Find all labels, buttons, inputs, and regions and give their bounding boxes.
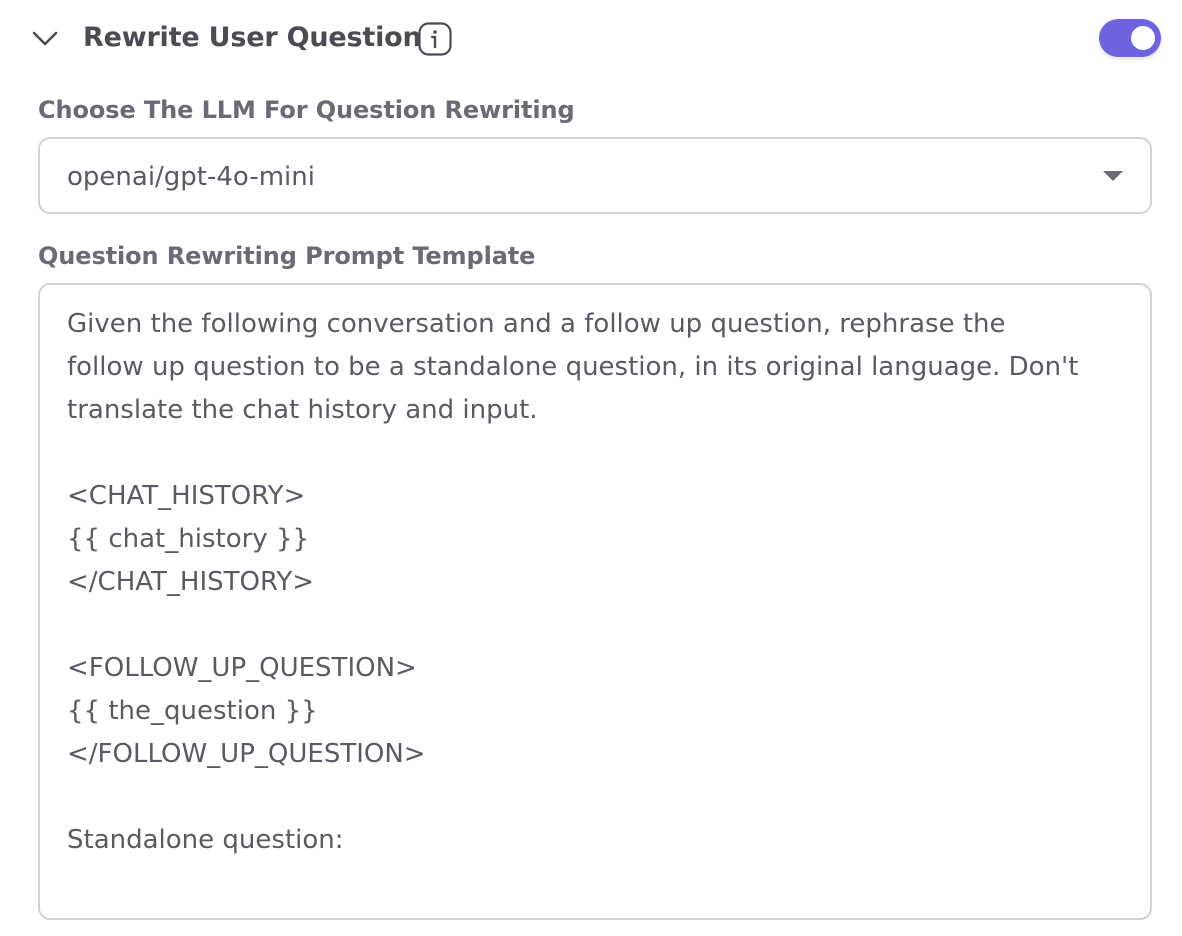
llm-select[interactable]: openai/gpt-4o-mini (38, 137, 1152, 214)
toggle-knob (1131, 26, 1155, 50)
section-title: Rewrite User Question (83, 22, 422, 53)
prompt-template-textarea[interactable]: Given the following conversation and a f… (38, 283, 1152, 920)
caret-down-icon (1103, 171, 1123, 181)
section-header: Rewrite User Question (0, 0, 1182, 78)
rewrite-question-toggle[interactable] (1099, 19, 1161, 57)
llm-select-label: Choose The LLM For Question Rewriting (38, 96, 575, 124)
info-icon[interactable] (418, 22, 452, 56)
llm-select-value: openai/gpt-4o-mini (67, 162, 315, 192)
prompt-template-label: Question Rewriting Prompt Template (38, 242, 536, 270)
chevron-down-icon[interactable] (30, 26, 60, 50)
